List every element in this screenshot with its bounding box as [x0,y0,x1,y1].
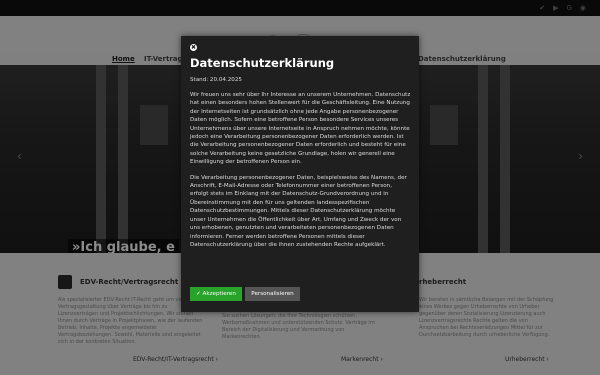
privacy-modal: ✖ Datenschutzerklärung Stand: 20.04.2025… [181,36,419,312]
modal-paragraph: Wir freuen uns sehr über Ihr Interesse a… [190,92,411,166]
personalize-button[interactable]: Personalisieren [245,287,300,301]
accept-button[interactable]: ✓ Akzeptieren [190,287,242,301]
modal-paragraph: Die Verarbeitung personenbezogener Daten… [190,174,407,248]
modal-title: Datenschutzerklärung [190,56,335,70]
close-icon[interactable]: ✖ [190,44,197,51]
modal-date: Stand: 20.04.2025 [190,77,242,83]
modal-body: Wir freuen uns sehr über Ihr Interesse a… [190,91,412,256]
